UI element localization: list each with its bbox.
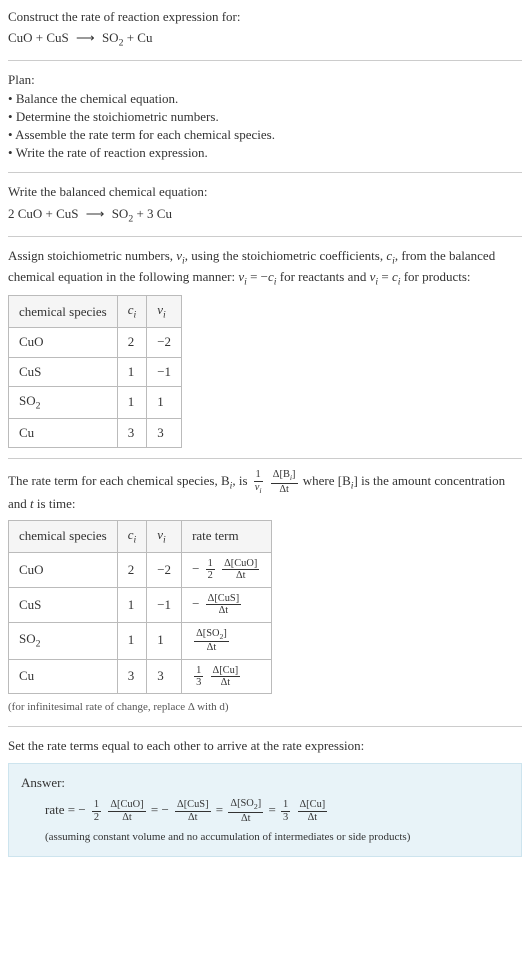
fraction: 1νi <box>253 469 264 495</box>
plan-list: Balance the chemical equation. Determine… <box>8 90 522 163</box>
table-header-row: chemical species ci νi <box>9 296 182 328</box>
final-section: Set the rate terms equal to each other t… <box>8 737 522 857</box>
col-rate-term: rate term <box>182 520 272 552</box>
table-header-row: chemical species ci νi rate term <box>9 520 272 552</box>
balanced-rhs-tail: + 3 Cu <box>133 206 172 221</box>
plan-item: Write the rate of reaction expression. <box>8 144 522 162</box>
divider <box>8 172 522 173</box>
balanced-lhs: 2 CuO + CuS <box>8 206 79 221</box>
assumption-note: (assuming constant volume and no accumul… <box>45 830 509 845</box>
plan-item: Assemble the rate term for each chemical… <box>8 126 522 144</box>
col-species: chemical species <box>9 520 118 552</box>
eq-rhs-tail: + Cu <box>123 30 152 45</box>
fraction: Δ[Bi]Δt <box>271 469 298 495</box>
col-nui: νi <box>147 520 182 552</box>
prompt-equation: CuO + CuS ⟶ SO2 + Cu <box>8 29 522 50</box>
table-row: Cu 3 3 <box>9 419 182 448</box>
table-row: CuO 2 −2 − 12 Δ[CuO]Δt <box>9 552 272 587</box>
stoich-table: chemical species ci νi CuO 2 −2 CuS 1 −1… <box>8 295 182 448</box>
prompt-section: Construct the rate of reaction expressio… <box>8 8 522 50</box>
plan-heading: Plan: <box>8 71 522 89</box>
balanced-rhs-so2: SO2 <box>112 206 134 221</box>
plan-item: Determine the stoichiometric numbers. <box>8 108 522 126</box>
balanced-section: Write the balanced chemical equation: 2 … <box>8 183 522 225</box>
rate-term-table: chemical species ci νi rate term CuO 2 −… <box>8 520 272 695</box>
final-heading: Set the rate terms equal to each other t… <box>8 737 522 755</box>
table-row: SO2 1 1 Δ[SO2]Δt <box>9 622 272 659</box>
plan-item: Balance the chemical equation. <box>8 90 522 108</box>
divider <box>8 60 522 61</box>
answer-label: Answer: <box>21 774 509 792</box>
stoich-text: Assign stoichiometric numbers, νi, using… <box>8 247 522 289</box>
table-row: CuS 1 −1 − Δ[CuS]Δt <box>9 587 272 622</box>
col-nui: νi <box>147 296 182 328</box>
rate-expression: rate = − 12 Δ[CuO]Δt = − Δ[CuS]Δt = Δ[SO… <box>45 798 509 824</box>
rate-term-section: The rate term for each chemical species,… <box>8 469 522 716</box>
table-row: CuS 1 −1 <box>9 357 182 386</box>
eq-rhs-so2: SO2 <box>102 30 124 45</box>
stoich-section: Assign stoichiometric numbers, νi, using… <box>8 247 522 449</box>
prompt-title: Construct the rate of reaction expressio… <box>8 8 522 26</box>
arrow-icon: ⟶ <box>86 205 105 223</box>
table-row: SO2 1 1 <box>9 386 182 418</box>
balanced-heading: Write the balanced chemical equation: <box>8 183 522 201</box>
plan-section: Plan: Balance the chemical equation. Det… <box>8 71 522 162</box>
divider <box>8 236 522 237</box>
infinitesimal-note: (for infinitesimal rate of change, repla… <box>8 700 522 715</box>
balanced-equation: 2 CuO + CuS ⟶ SO2 + 3 Cu <box>8 205 522 226</box>
col-species: chemical species <box>9 296 118 328</box>
divider <box>8 726 522 727</box>
table-row: Cu 3 3 13 Δ[Cu]Δt <box>9 659 272 694</box>
answer-box: Answer: rate = − 12 Δ[CuO]Δt = − Δ[CuS]Δ… <box>8 763 522 857</box>
col-ci: ci <box>117 296 147 328</box>
divider <box>8 458 522 459</box>
col-ci: ci <box>117 520 147 552</box>
eq-lhs: CuO + CuS <box>8 30 69 45</box>
rate-term-text: The rate term for each chemical species,… <box>8 469 522 513</box>
arrow-icon: ⟶ <box>76 29 95 47</box>
table-row: CuO 2 −2 <box>9 328 182 357</box>
